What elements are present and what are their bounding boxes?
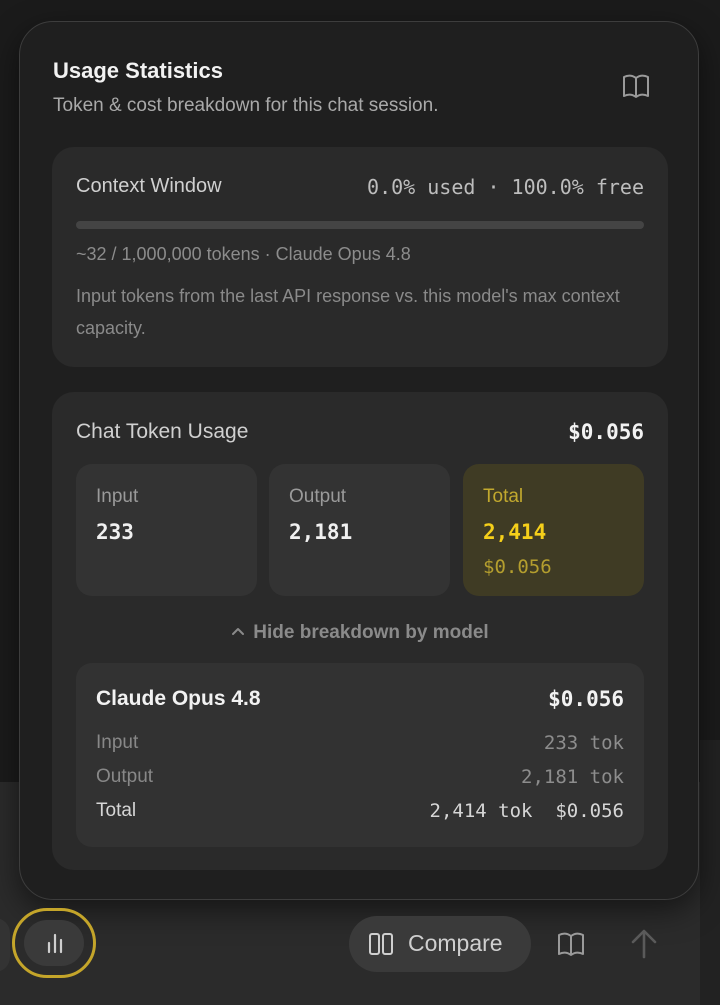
model-total-label: Total [96, 800, 137, 821]
page-edge [700, 740, 720, 1005]
total-value: 2,414 [483, 520, 547, 544]
bar-chart-icon [47, 933, 63, 954]
model-input-label: Input [96, 732, 139, 753]
usage-stats-button[interactable] [12, 908, 96, 978]
output-tokens-box: Output 2,181 [269, 464, 450, 596]
book-open-icon[interactable] [620, 70, 652, 102]
model-input-row: Input 233 tok [96, 732, 624, 758]
context-description: Input tokens from the last API response … [76, 286, 620, 338]
hide-breakdown-toggle[interactable]: Hide breakdown by model [52, 620, 668, 644]
model-cost: $0.056 [548, 687, 624, 711]
output-label: Output [289, 486, 347, 507]
hide-breakdown-label: Hide breakdown by model [253, 622, 489, 643]
context-window-card: Context Window 0.0% used · 100.0% free ~… [52, 147, 668, 367]
model-output-row: Output 2,181 tok [96, 766, 624, 792]
chat-token-usage-title: Chat Token Usage [76, 420, 249, 443]
model-breakdown-card: Claude Opus 4.8 $0.056 Input 233 tok Out… [76, 663, 644, 847]
model-name: Claude Opus 4.8 [96, 687, 261, 710]
model-output-label: Output [96, 766, 154, 787]
context-token-count: ~32 / 1,000,000 tokens · Claude Opus 4.8 [76, 244, 411, 264]
book-open-icon[interactable] [555, 928, 587, 960]
context-usage-text: 0.0% used · 100.0% free [367, 175, 644, 199]
output-value: 2,181 [289, 520, 353, 544]
input-label: Input [96, 486, 139, 507]
columns-icon [369, 933, 393, 955]
compare-button[interactable]: Compare [349, 916, 531, 972]
total-tokens-box: Total 2,414 $0.056 [463, 464, 644, 596]
total-cost: $0.056 [483, 556, 552, 578]
input-tokens-box: Input 233 [76, 464, 257, 596]
chevron-up-icon [231, 620, 245, 642]
usage-statistics-popover: Usage Statistics Token & cost breakdown … [19, 21, 699, 900]
model-total-value: 2,414 tok $0.056 [429, 800, 624, 822]
send-arrow-up-icon[interactable] [627, 927, 661, 961]
total-label: Total [483, 486, 524, 507]
panel-subtitle: Token & cost breakdown for this chat ses… [53, 95, 439, 116]
model-total-row: Total 2,414 tok $0.056 [96, 800, 624, 826]
compare-label: Compare [408, 930, 503, 956]
context-window-title: Context Window [76, 175, 222, 197]
chat-token-usage-card: Chat Token Usage $0.056 Input 233 Output… [52, 392, 668, 870]
model-input-value: 233 tok [543, 732, 624, 754]
input-value: 233 [96, 520, 134, 544]
chat-total-cost: $0.056 [568, 420, 644, 444]
context-progress-bar [76, 221, 644, 229]
panel-title: Usage Statistics [53, 58, 223, 83]
model-output-value: 2,181 tok [521, 766, 624, 788]
